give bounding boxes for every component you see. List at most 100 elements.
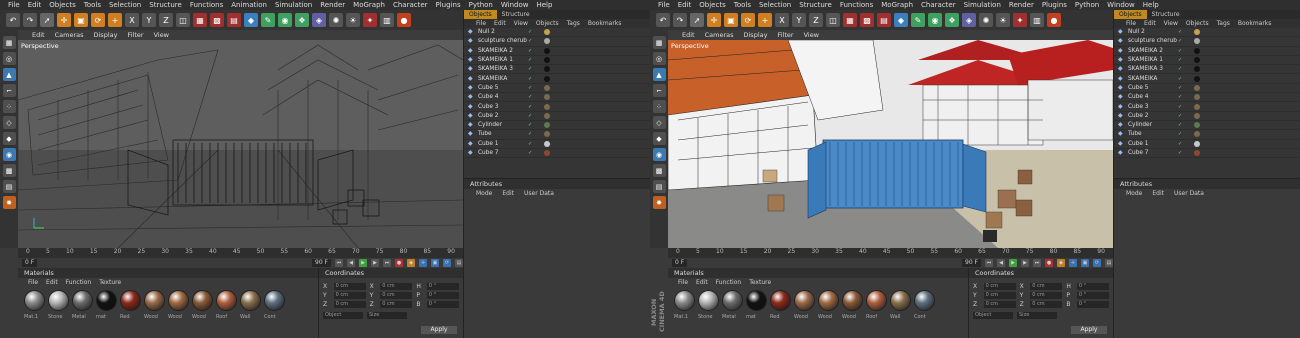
menu-file[interactable]: File — [658, 1, 670, 9]
menu-character[interactable]: Character — [921, 1, 956, 9]
object-row[interactable]: ◆ Null 2 ✓ — [1114, 28, 1300, 38]
material-tag-icon[interactable] — [1194, 57, 1200, 64]
keyframe-icon[interactable]: ◆ — [1057, 259, 1065, 267]
undo-icon[interactable]: ↶ — [6, 13, 20, 27]
render-view-icon[interactable]: ▦ — [193, 13, 207, 27]
material-tag-icon[interactable] — [1194, 122, 1200, 129]
prev-frame-icon[interactable]: ◀ — [997, 259, 1005, 267]
layout-icon[interactable]: ▥ — [380, 13, 394, 27]
menu-objects[interactable]: Objects — [699, 1, 725, 9]
material-tag-icon[interactable] — [544, 38, 550, 45]
menu-structure[interactable]: Structure — [799, 1, 832, 9]
next-frame-icon[interactable]: ▶ — [1021, 259, 1029, 267]
redo-icon[interactable]: ↷ — [673, 13, 687, 27]
object-row[interactable]: ◆ SKAMEIKA 1 ✓ — [464, 56, 650, 66]
visibility-check-icon[interactable]: ✓ — [1178, 141, 1182, 147]
texture-mode-icon[interactable]: ▲ — [652, 68, 666, 81]
object-row[interactable]: ◆ Cube 4 ✓ — [464, 93, 650, 103]
points-mode-icon[interactable]: ⁘ — [652, 100, 666, 113]
obj-menu-view[interactable]: View — [514, 19, 528, 28]
coord-field[interactable]: 0 cm — [983, 301, 1016, 308]
obj-menu-file[interactable]: File — [1126, 19, 1136, 28]
coord-field[interactable]: 0 cm — [380, 283, 413, 290]
deformer-icon[interactable]: ◈ — [312, 13, 326, 27]
select-icon[interactable]: ➚ — [40, 13, 54, 27]
redo-icon[interactable]: ↷ — [23, 13, 37, 27]
scale-icon[interactable]: ▣ — [74, 13, 88, 27]
visibility-check-icon[interactable]: ✓ — [1178, 85, 1182, 91]
visibility-check-icon[interactable]: ✓ — [1178, 150, 1182, 156]
material-tag-icon[interactable] — [544, 47, 550, 54]
object-row[interactable]: ◆ Cube 3 ✓ — [1114, 102, 1300, 112]
points-mode-icon[interactable]: ⁘ — [2, 100, 16, 113]
material-tag-icon[interactable] — [544, 140, 550, 147]
snap-icon[interactable]: ◉ — [652, 148, 666, 161]
coord-field[interactable]: 0 ° — [1076, 292, 1109, 299]
object-row[interactable]: ◆ Cube 7 ✓ — [464, 149, 650, 159]
material-swatch[interactable] — [842, 290, 863, 311]
apply-button[interactable]: Apply — [421, 326, 457, 334]
play-icon[interactable]: ▶ — [1009, 259, 1017, 267]
object-row[interactable]: ◆ Cube 4 ✓ — [1114, 93, 1300, 103]
material-tag-icon[interactable] — [1194, 66, 1200, 73]
menu-window[interactable]: Window — [1107, 1, 1135, 9]
menu-plugins[interactable]: Plugins — [1042, 1, 1067, 9]
coord-field[interactable]: 0 ° — [426, 301, 459, 308]
menu-selection[interactable]: Selection — [109, 1, 141, 9]
material-swatch[interactable] — [818, 290, 839, 311]
visibility-check-icon[interactable]: ✓ — [1178, 76, 1182, 82]
select-icon[interactable]: ➚ — [690, 13, 704, 27]
x-axis-icon[interactable]: X — [775, 13, 789, 27]
add-icon[interactable]: + — [108, 13, 122, 27]
visibility-check-icon[interactable]: ✓ — [1178, 122, 1182, 128]
scale-key-icon[interactable]: ▣ — [431, 259, 439, 267]
object-row[interactable]: ◆ Cylinder ✓ — [464, 121, 650, 131]
menu-mograph[interactable]: MoGraph — [353, 1, 385, 9]
object-row[interactable]: ◆ Cube 5 ✓ — [1114, 84, 1300, 94]
material-tag-icon[interactable] — [544, 112, 550, 119]
material-tag-icon[interactable] — [544, 122, 550, 129]
scale-key-icon[interactable]: ▣ — [1081, 259, 1089, 267]
object-row[interactable]: ◆ SKAMEIKA 2 ✓ — [1114, 47, 1300, 56]
z-axis-icon[interactable]: Z — [809, 13, 823, 27]
material-swatch[interactable] — [746, 290, 767, 311]
visibility-check-icon[interactable]: ✓ — [528, 29, 532, 35]
obj-menu-bookmarks[interactable]: Bookmarks — [588, 19, 622, 28]
visibility-check-icon[interactable]: ✓ — [1178, 104, 1182, 110]
menu-render[interactable]: Render — [1009, 1, 1034, 9]
visibility-check-icon[interactable]: ✓ — [1178, 94, 1182, 100]
mat-menu-function[interactable]: Function — [66, 278, 92, 287]
menu-selection[interactable]: Selection — [759, 1, 791, 9]
render-settings-icon[interactable]: ▤ — [227, 13, 241, 27]
menu-window[interactable]: Window — [501, 1, 529, 9]
obj-menu-objects[interactable]: Objects — [536, 19, 559, 28]
brush-icon[interactable]: ✸ — [2, 196, 16, 209]
deformer-icon[interactable]: ◈ — [962, 13, 976, 27]
position-key-icon[interactable]: ✛ — [1069, 259, 1077, 267]
scene-icon[interactable]: ✺ — [329, 13, 343, 27]
array-icon[interactable]: ❖ — [295, 13, 309, 27]
prev-frame-icon[interactable]: ◀ — [347, 259, 355, 267]
obj-menu-bookmarks[interactable]: Bookmarks — [1238, 19, 1272, 28]
attr-menu-userdata[interactable]: User Data — [524, 189, 554, 199]
material-tag-icon[interactable] — [1194, 84, 1200, 91]
rotate-icon[interactable]: ⟳ — [91, 13, 105, 27]
layout-icon[interactable]: ▥ — [1030, 13, 1044, 27]
menu-objects[interactable]: Objects — [49, 1, 75, 9]
material-swatch[interactable] — [698, 290, 719, 311]
object-row[interactable]: ◆ SKAMEIKA 2 ✓ — [464, 47, 650, 56]
visibility-check-icon[interactable]: ✓ — [1178, 29, 1182, 35]
material-tag-icon[interactable] — [1194, 150, 1200, 156]
x-axis-icon[interactable]: X — [125, 13, 139, 27]
coord-field[interactable]: 0 cm — [333, 292, 366, 299]
next-frame-icon[interactable]: ▶ — [371, 259, 379, 267]
material-tag-icon[interactable] — [1194, 131, 1200, 138]
coord-mode-select[interactable]: Object — [973, 312, 1013, 319]
tab-structure[interactable]: Structure — [1147, 10, 1185, 19]
object-row[interactable]: ◆ Cube 3 ✓ — [464, 102, 650, 112]
rotation-key-icon[interactable]: ⟳ — [443, 259, 451, 267]
coord-field[interactable]: 0 ° — [426, 292, 459, 299]
first-frame-icon[interactable]: ⏮ — [335, 259, 343, 267]
attr-menu-edit[interactable]: Edit — [1152, 189, 1164, 199]
visibility-check-icon[interactable]: ✓ — [1178, 66, 1182, 72]
